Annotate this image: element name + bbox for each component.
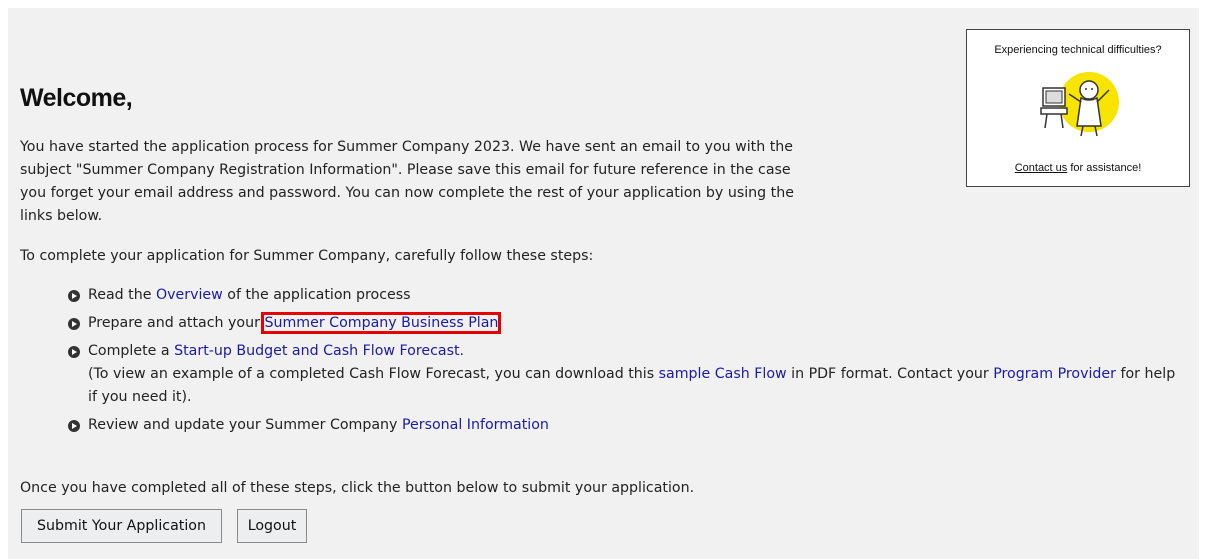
- steps-lead: To complete your application for Summer …: [20, 248, 594, 264]
- contact-us-link[interactable]: Contact us: [1015, 162, 1068, 174]
- submit-application-button[interactable]: Submit Your Application: [21, 509, 222, 543]
- help-title: Experiencing technical difficulties?: [994, 44, 1162, 56]
- help-contact-rest: for assistance!: [1067, 162, 1142, 174]
- page-content: Experiencing technical difficulties? Con…: [8, 8, 1199, 559]
- bullet-icon: [68, 318, 80, 330]
- bullet-icon: [68, 420, 80, 432]
- business-plan-link[interactable]: Summer Company Business Plan: [261, 312, 502, 334]
- steps-list: Read the Overview of the application pro…: [68, 284, 1178, 442]
- budget-forecast-link[interactable]: Start-up Budget and Cash Flow Forecast.: [174, 343, 464, 359]
- help-box: Experiencing technical difficulties? Con…: [966, 29, 1190, 187]
- sample-cash-flow-link[interactable]: sample Cash Flow: [659, 366, 787, 382]
- person-at-computer-icon: [1040, 72, 1119, 137]
- logout-button[interactable]: Logout: [237, 509, 307, 543]
- list-item: Read the Overview of the application pro…: [68, 284, 1178, 307]
- overview-link[interactable]: Overview: [156, 287, 223, 303]
- list-item: Review and update your Summer Company Pe…: [68, 414, 1178, 437]
- list-item: Complete a Start-up Budget and Cash Flow…: [68, 340, 1178, 409]
- page-title: Welcome,: [20, 84, 133, 112]
- list-item: Prepare and attach your Summer Company B…: [68, 312, 1178, 335]
- bullet-icon: [68, 290, 80, 302]
- intro-paragraph: You have started the application process…: [20, 139, 794, 224]
- help-contact: Contact us for assistance!: [967, 162, 1189, 174]
- bullet-icon: [68, 346, 80, 358]
- closing-text: Once you have completed all of these ste…: [20, 480, 695, 496]
- program-provider-link[interactable]: Program Provider: [993, 366, 1116, 382]
- personal-information-link[interactable]: Personal Information: [402, 417, 549, 433]
